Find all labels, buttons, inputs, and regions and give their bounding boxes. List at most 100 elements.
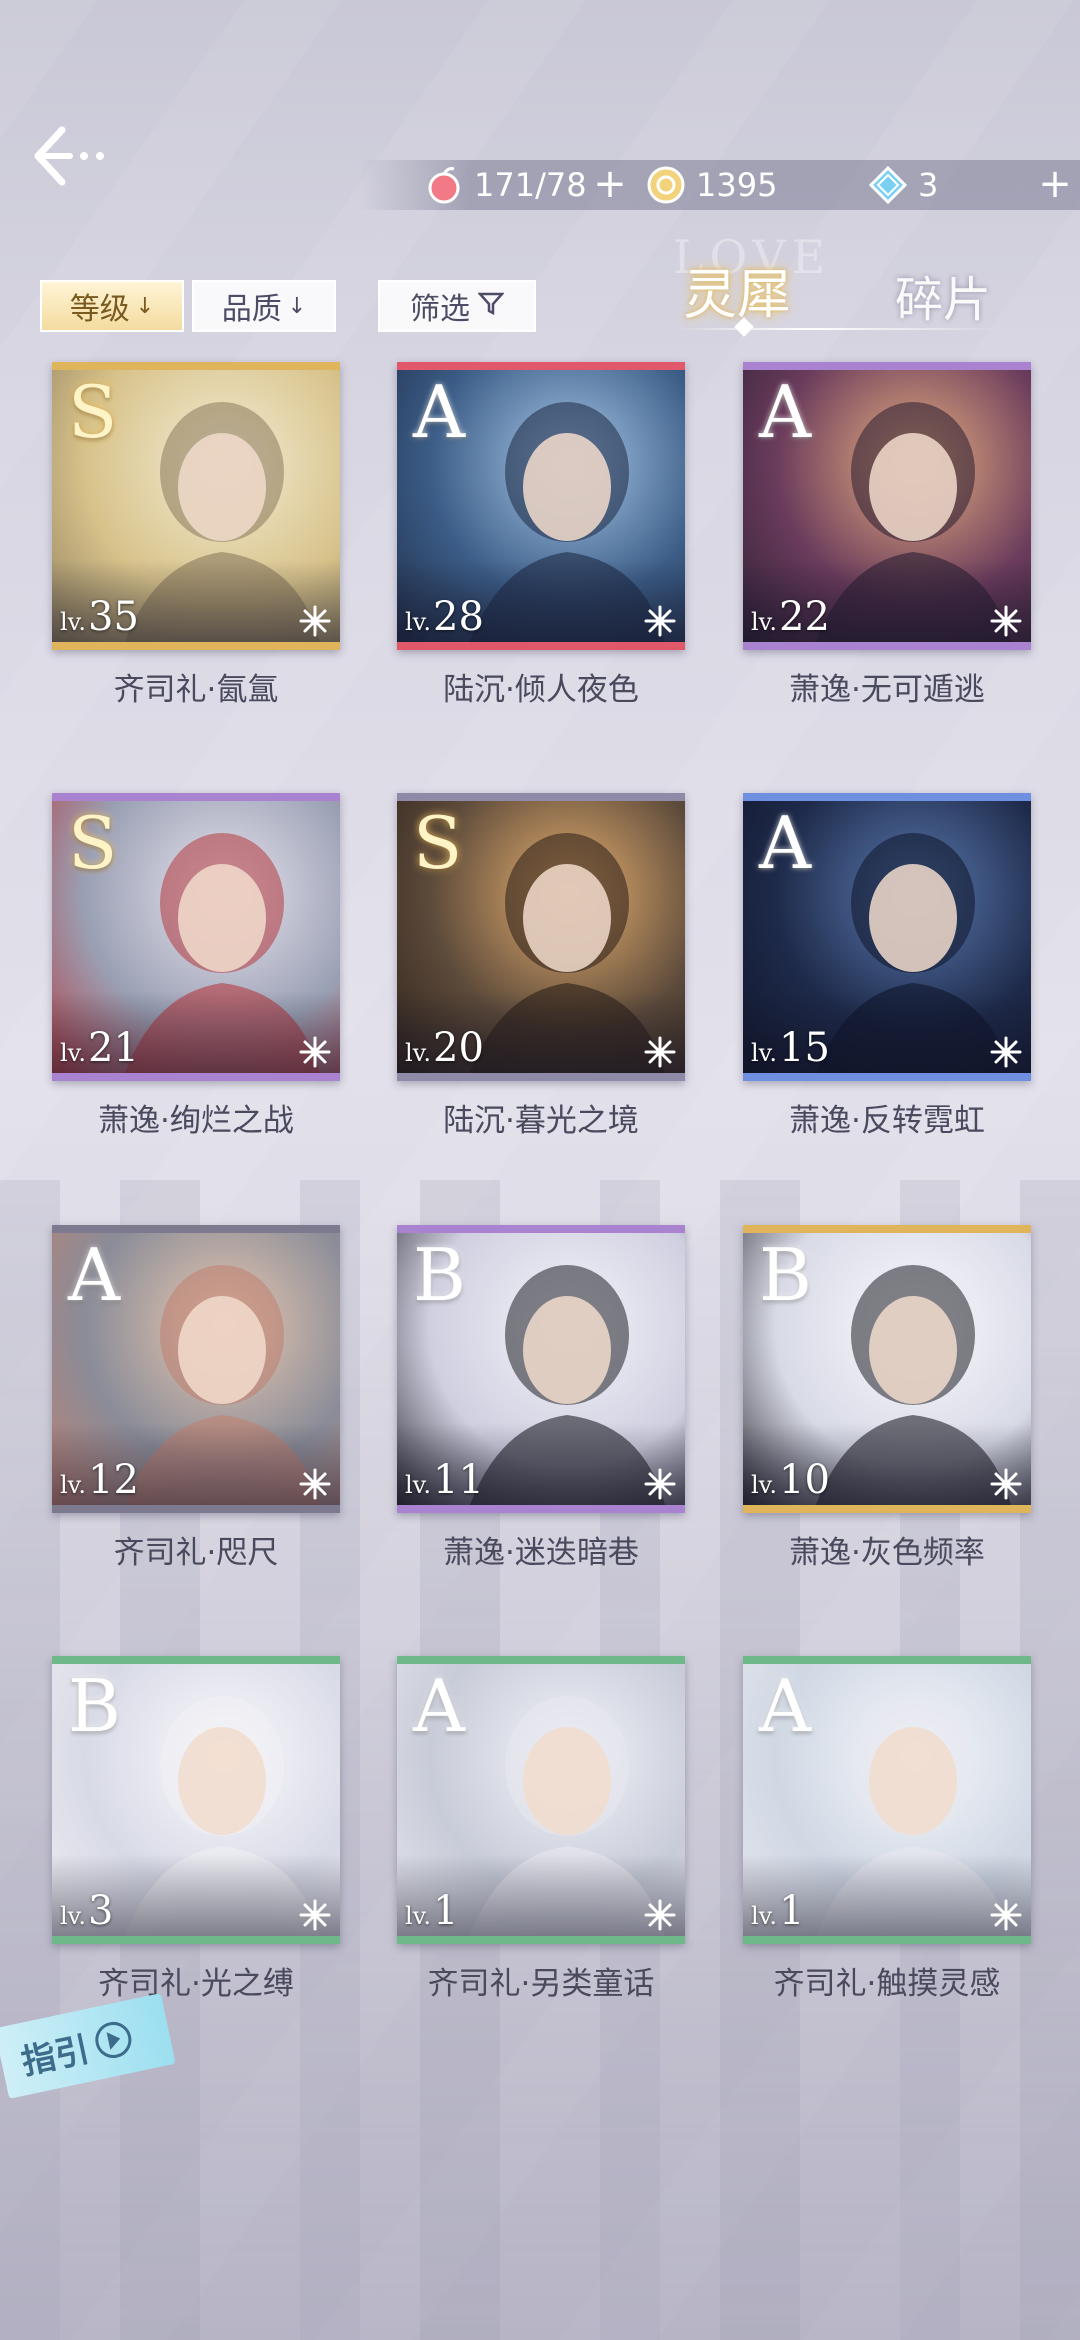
card-top-line (743, 1225, 1031, 1233)
card-grade: S (68, 370, 118, 454)
sort-quality-button[interactable]: 品质 ↓ (192, 280, 336, 332)
card-level-value: 28 (433, 594, 484, 640)
tab-bar: LOVE 灵犀 碎片 (655, 230, 1055, 350)
card-grade: B (68, 1664, 121, 1748)
card-level: lv.1 (405, 1888, 458, 1934)
stamina-value: 171/78 (474, 166, 587, 204)
diamond-counter: 3 (868, 160, 938, 210)
card-frame: A lv.22 (743, 362, 1031, 650)
card-frame: A lv.28 (397, 362, 685, 650)
card-level-prefix: lv. (60, 1039, 87, 1067)
card-level-value: 12 (88, 1457, 139, 1503)
card-level-value: 3 (88, 1888, 114, 1934)
card-level: lv.1 (751, 1888, 804, 1934)
snowflake-icon (990, 1468, 1022, 1500)
card-level-prefix: lv. (60, 1471, 87, 1499)
filter-button[interactable]: 筛选 (378, 280, 536, 332)
card-frame: A lv.15 (743, 793, 1031, 1081)
snowflake-icon (299, 1036, 331, 1068)
card-name: 萧逸·灰色频率 (789, 1535, 985, 1571)
snowflake-icon (299, 605, 331, 637)
card-level: lv.35 (60, 594, 139, 640)
card-grade: A (759, 370, 811, 454)
snowflake-icon (644, 605, 676, 637)
card-top-line (397, 362, 685, 370)
diamond-icon (868, 165, 908, 205)
card-grade: A (759, 1664, 811, 1748)
card-level: lv.21 (60, 1025, 139, 1071)
back-button[interactable] (30, 120, 120, 190)
card-top-line (397, 1225, 685, 1233)
card-name: 齐司礼·氤氲 (113, 672, 279, 708)
card-name: 萧逸·无可遁逃 (789, 672, 985, 708)
snowflake-icon (990, 1036, 1022, 1068)
card-bottom-line (743, 642, 1031, 650)
card-level-value: 1 (779, 1888, 805, 1934)
card-grade: S (68, 801, 118, 885)
card-level-prefix: lv. (405, 1471, 432, 1499)
card-name: 陆沉·倾人夜色 (443, 672, 639, 708)
card-bottom-line (397, 1505, 685, 1513)
diamond-value: 3 (918, 166, 939, 204)
card-level-value: 1 (433, 1888, 459, 1934)
snowflake-icon (299, 1899, 331, 1931)
card-bottom-line (743, 1073, 1031, 1081)
card-name: 齐司礼·光之缚 (98, 1966, 294, 2002)
card-frame: S lv.35 (52, 362, 340, 650)
card-bottom-line (52, 1505, 340, 1513)
card-level-prefix: lv. (405, 608, 432, 636)
back-arrow-icon (34, 126, 104, 186)
gold-counter: 1395 (646, 160, 777, 210)
card-level-prefix: lv. (405, 1039, 432, 1067)
top-bar: 171/78 + 1395 3 + (0, 0, 1080, 215)
card-level: lv.20 (405, 1025, 484, 1071)
card-level-prefix: lv. (751, 1039, 778, 1067)
card-level: lv.12 (60, 1457, 139, 1503)
card-grade: A (413, 370, 465, 454)
card-level-prefix: lv. (60, 1902, 87, 1930)
card-frame: A lv.1 (743, 1656, 1031, 1944)
card-level-prefix: lv. (405, 1902, 432, 1930)
stamina-counter: 171/78 (424, 160, 587, 210)
card-level: lv.15 (751, 1025, 830, 1071)
card-level-prefix: lv. (751, 1471, 778, 1499)
card-bottom-line (397, 642, 685, 650)
card-level: lv.28 (405, 594, 484, 640)
card-bottom-line (397, 1936, 685, 1944)
gold-value: 1395 (696, 166, 778, 204)
play-icon (92, 2018, 135, 2062)
card-grade: B (413, 1233, 466, 1317)
card-frame: B lv.11 (397, 1225, 685, 1513)
card-level: lv.10 (751, 1457, 830, 1503)
card-level: lv.22 (751, 594, 830, 640)
card-name: 齐司礼·另类童话 (427, 1966, 655, 2002)
sort-level-button[interactable]: 等级 ↓ (40, 280, 184, 332)
card-level-prefix: lv. (751, 1902, 778, 1930)
snowflake-icon (644, 1468, 676, 1500)
card-top-line (743, 1656, 1031, 1664)
sort-level-label: 等级 (69, 292, 130, 327)
sort-down-icon: ↓ (287, 293, 307, 319)
guide-label: 指引 (17, 2029, 93, 2083)
add-stamina-button[interactable]: + (590, 162, 630, 206)
card-grade: A (68, 1233, 120, 1317)
tab-lingxi[interactable]: 灵犀 (683, 250, 791, 329)
card-name: 齐司礼·触摸灵感 (773, 1966, 1001, 2002)
snowflake-icon (299, 1468, 331, 1500)
card-bottom-line (397, 1073, 685, 1081)
card-grade: S (413, 801, 463, 885)
card-bottom-line (52, 642, 340, 650)
snowflake-icon (990, 1899, 1022, 1931)
add-diamond-button[interactable]: + (1035, 162, 1075, 206)
tab-underline (675, 328, 1005, 330)
card-name: 萧逸·迷迭暗巷 (443, 1535, 639, 1571)
card-top-line (743, 362, 1031, 370)
card-bottom-line (743, 1936, 1031, 1944)
card-bottom-line (743, 1505, 1031, 1513)
funnel-icon (477, 289, 505, 324)
card-frame: A lv.1 (397, 1656, 685, 1944)
tab-fragments[interactable]: 碎片 (895, 260, 991, 330)
card-level: lv.11 (405, 1457, 484, 1503)
card-level: lv.3 (60, 1888, 113, 1934)
card-top-line (52, 1225, 340, 1233)
